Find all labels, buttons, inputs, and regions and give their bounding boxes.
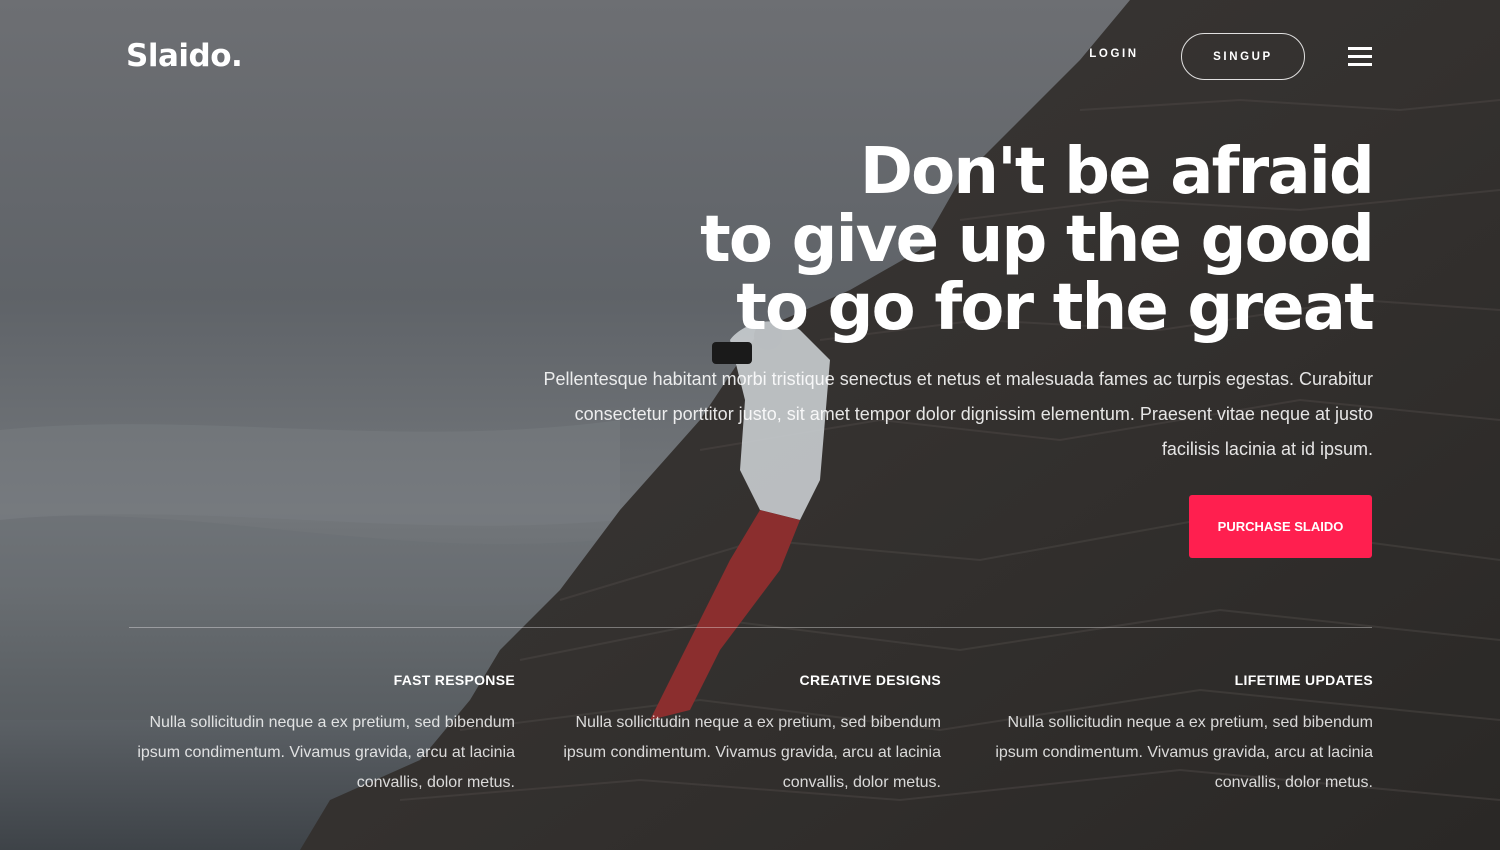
- feature-fast-response: FAST RESPONSE Nulla sollicitudin neque a…: [115, 672, 515, 798]
- feature-creative-designs: CREATIVE DESIGNS Nulla sollicitudin nequ…: [541, 672, 941, 798]
- hero-headline-line-3: to go for the great: [736, 271, 1375, 345]
- signup-button-label: SINGUP: [1213, 50, 1273, 63]
- hero-headline-line-1: Don't be afraid: [859, 135, 1375, 209]
- hero-lead-text: Pellentesque habitant morbi tristique se…: [543, 369, 1373, 459]
- hamburger-menu-icon[interactable]: [1348, 47, 1372, 66]
- section-divider: [129, 627, 1372, 628]
- hero-headline-line-2: to give up the good: [700, 203, 1375, 277]
- purchase-button-label: PURCHASE SLAIDO: [1217, 519, 1344, 534]
- feature-lifetime-updates: LIFETIME UPDATES Nulla sollicitudin nequ…: [973, 672, 1373, 798]
- hero-headline: Don't be afraid to give up the good to g…: [613, 135, 1375, 345]
- site-logo[interactable]: Slaido.: [126, 38, 243, 74]
- feature-text: Nulla sollicitudin neque a ex pretium, s…: [137, 714, 515, 791]
- feature-title: LIFETIME UPDATES: [1234, 672, 1373, 688]
- feature-text: Nulla sollicitudin neque a ex pretium, s…: [563, 714, 941, 791]
- login-link[interactable]: LOGIN: [1074, 48, 1154, 60]
- signup-button[interactable]: SINGUP: [1181, 33, 1305, 80]
- feature-text: Nulla sollicitudin neque a ex pretium, s…: [995, 714, 1373, 791]
- feature-title: FAST RESPONSE: [393, 672, 515, 688]
- feature-title: CREATIVE DESIGNS: [799, 672, 941, 688]
- purchase-button[interactable]: PURCHASE SLAIDO: [1189, 495, 1372, 558]
